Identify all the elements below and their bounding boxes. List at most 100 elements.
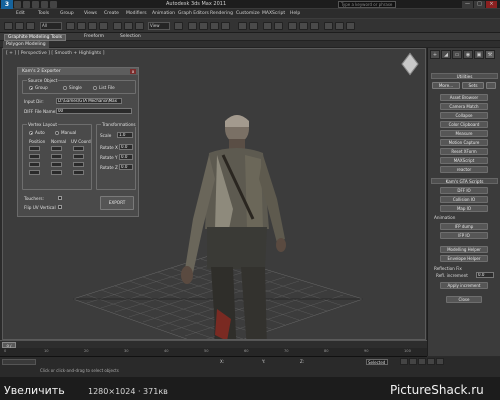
menu-item-create[interactable]: Create bbox=[104, 11, 119, 16]
normal-spinner[interactable] bbox=[51, 170, 62, 175]
create-tab-icon[interactable]: + bbox=[430, 50, 440, 59]
sets-button[interactable]: Sets bbox=[462, 82, 484, 89]
hierarchy-tab-icon[interactable]: ▭ bbox=[452, 50, 462, 59]
play-icon[interactable] bbox=[418, 358, 426, 365]
input-dir-field[interactable]: D:\Games\GTA Mechanix\Max bbox=[56, 98, 122, 104]
polygon-modeling-button[interactable]: Polygon Modeling bbox=[3, 41, 49, 48]
app-logo-icon[interactable]: 3 bbox=[1, 0, 13, 9]
mirror-icon[interactable] bbox=[238, 22, 247, 30]
menu-item-views[interactable]: Views bbox=[84, 11, 97, 16]
dialog-title[interactable]: Kam's 2 Exporter bbox=[18, 68, 138, 75]
asset-browser-button[interactable]: Asset Browser bbox=[440, 94, 488, 101]
rotate-z-field[interactable]: 0.0 bbox=[119, 164, 133, 170]
material-editor-icon[interactable] bbox=[310, 22, 319, 30]
scale-field[interactable]: 1.0 bbox=[117, 132, 133, 138]
dff-io-button[interactable]: DFF IO bbox=[440, 187, 488, 194]
position-spinner[interactable] bbox=[29, 162, 40, 167]
normal-spinner[interactable] bbox=[51, 154, 62, 159]
save-file-icon[interactable] bbox=[32, 1, 39, 8]
uv-spinner[interactable] bbox=[73, 146, 84, 151]
refl-increment-field[interactable]: 0.0 bbox=[476, 272, 494, 278]
snap-icon[interactable] bbox=[188, 22, 197, 30]
render-setup-icon[interactable] bbox=[324, 22, 333, 30]
link-tool-icon[interactable] bbox=[15, 22, 24, 30]
flip-uv-checkbox[interactable] bbox=[58, 205, 62, 209]
touchers-checkbox[interactable] bbox=[58, 196, 62, 200]
schematic-view-icon[interactable] bbox=[299, 22, 308, 30]
envelope-helper-button[interactable]: Envelope Helper bbox=[440, 255, 488, 262]
menu-item-animation[interactable]: Animation bbox=[152, 11, 175, 16]
menu-item-graph-editors[interactable]: Graph Editors bbox=[178, 11, 209, 16]
perspective-viewport[interactable]: [ + ] [ Perspective ] [ Smooth + Highlig… bbox=[2, 48, 426, 340]
tab-selection[interactable]: Selection bbox=[120, 34, 141, 39]
motion-capture-button[interactable]: Motion Capture bbox=[440, 139, 488, 146]
uv-spinner[interactable] bbox=[73, 170, 84, 175]
reactor-button[interactable]: reactor bbox=[440, 166, 488, 173]
time-slider-track[interactable]: 0 / 100 bbox=[0, 340, 427, 353]
curve-editor-icon[interactable] bbox=[288, 22, 297, 30]
maxscript-button[interactable]: MAXScript bbox=[440, 157, 488, 164]
close-panel-button[interactable]: Close bbox=[446, 296, 482, 303]
modelling-helper-button[interactable]: Modelling Helper bbox=[440, 246, 488, 253]
dialog-close-button[interactable]: x bbox=[130, 69, 136, 74]
uv-spinner[interactable] bbox=[73, 162, 84, 167]
search-input[interactable]: Type a keyword or phrase bbox=[338, 1, 396, 8]
utilities-rollout[interactable]: Utilities bbox=[431, 73, 498, 79]
window-crossing-icon[interactable] bbox=[99, 22, 108, 30]
go-to-end-icon[interactable] bbox=[436, 358, 444, 365]
collision-io-button[interactable]: Collision IO bbox=[440, 196, 488, 203]
radio-auto[interactable] bbox=[29, 131, 33, 135]
timeline-ruler[interactable]: 0 10 20 30 40 50 60 70 80 90 100 bbox=[0, 348, 427, 357]
camera-match-button[interactable]: Camera Match bbox=[440, 103, 488, 110]
new-file-icon[interactable] bbox=[14, 1, 21, 8]
spinner-snap-icon[interactable] bbox=[221, 22, 230, 30]
diff-file-field[interactable]: 00 bbox=[56, 108, 132, 114]
pivot-icon[interactable] bbox=[174, 22, 183, 30]
menu-item-help[interactable]: Help bbox=[290, 11, 300, 16]
position-spinner[interactable] bbox=[29, 170, 40, 175]
kams-scripts-rollout[interactable]: Kam's GTA Scripts bbox=[431, 178, 498, 184]
ifp-dump-button[interactable]: IFP dump bbox=[440, 223, 488, 230]
graphite-toggle-icon[interactable] bbox=[274, 22, 283, 30]
rotate-y-field[interactable]: 0.0 bbox=[119, 154, 133, 160]
normal-spinner[interactable] bbox=[51, 162, 62, 167]
render-icon[interactable] bbox=[346, 22, 355, 30]
rotate-x-field[interactable]: 0.0 bbox=[119, 144, 133, 150]
move-icon[interactable] bbox=[113, 22, 122, 30]
align-icon[interactable] bbox=[249, 22, 258, 30]
apply-increment-button[interactable]: Apply increment bbox=[440, 282, 488, 289]
more-button[interactable]: More... bbox=[432, 82, 460, 89]
open-file-icon[interactable] bbox=[23, 1, 30, 8]
reference-coord-dropdown[interactable]: View bbox=[148, 22, 170, 30]
color-clipboard-button[interactable]: Color Clipboard bbox=[440, 121, 488, 128]
modify-tab-icon[interactable]: ◢ bbox=[441, 50, 451, 59]
select-object-icon[interactable] bbox=[66, 22, 75, 30]
close-button[interactable]: × bbox=[486, 1, 497, 8]
menu-item-modifiers[interactable]: Modifiers bbox=[126, 11, 147, 16]
display-tab-icon[interactable]: ▣ bbox=[474, 50, 484, 59]
configure-button-icon[interactable] bbox=[486, 82, 496, 89]
unlink-tool-icon[interactable] bbox=[26, 22, 35, 30]
layer-manager-icon[interactable] bbox=[263, 22, 272, 30]
menu-item-group[interactable]: Group bbox=[60, 11, 74, 16]
radio-single[interactable] bbox=[63, 86, 67, 90]
motion-tab-icon[interactable]: ◉ bbox=[463, 50, 473, 59]
viewport-label[interactable]: [ + ] [ Perspective ] [ Smooth + Highlig… bbox=[6, 51, 104, 56]
maximize-button[interactable]: □ bbox=[474, 1, 485, 8]
position-spinner[interactable] bbox=[29, 154, 40, 159]
tab-freeform[interactable]: Freeform bbox=[84, 34, 104, 39]
radio-manual[interactable] bbox=[55, 131, 59, 135]
next-frame-icon[interactable] bbox=[427, 358, 435, 365]
angle-snap-icon[interactable] bbox=[199, 22, 208, 30]
rendered-frame-icon[interactable] bbox=[335, 22, 344, 30]
radio-list-file[interactable] bbox=[93, 86, 97, 90]
undo-tool-icon[interactable] bbox=[4, 22, 13, 30]
undo-icon[interactable] bbox=[41, 1, 48, 8]
tab-graphite-modeling[interactable]: Graphite Modeling Tools bbox=[4, 34, 67, 41]
menu-item-rendering[interactable]: Rendering bbox=[210, 11, 233, 16]
uv-spinner[interactable] bbox=[73, 154, 84, 159]
menu-item-maxscript[interactable]: MAXScript bbox=[262, 11, 285, 16]
reset-xform-button[interactable]: Reset XForm bbox=[440, 148, 488, 155]
minimize-button[interactable]: — bbox=[462, 1, 473, 8]
measure-button[interactable]: Measure bbox=[440, 130, 488, 137]
